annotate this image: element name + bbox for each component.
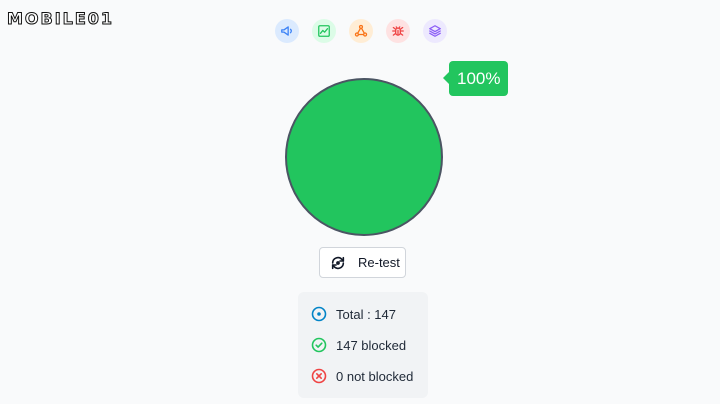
- toolbar: [275, 19, 447, 43]
- watermark-logo: MOBILE01: [6, 5, 115, 31]
- chart-icon[interactable]: [312, 19, 336, 43]
- summary-row-total: Total : 147: [311, 305, 428, 323]
- bug-icon[interactable]: [386, 19, 410, 43]
- target-icon: [311, 306, 327, 322]
- retest-label: Re-test: [358, 255, 400, 270]
- summary-panel: Total : 147 147 blocked 0 not blocked: [298, 292, 428, 398]
- result-circle: [285, 78, 443, 236]
- total-count: Total : 147: [336, 306, 396, 322]
- retest-button[interactable]: Re-test: [319, 247, 406, 278]
- watermark-text: MOBILE01: [6, 8, 115, 28]
- blocked-count: 147 blocked: [336, 337, 407, 353]
- x-circle-icon: [311, 368, 327, 384]
- refresh-icon: [331, 256, 345, 269]
- network-icon[interactable]: [349, 19, 373, 43]
- summary-row-blocked: 147 blocked: [311, 336, 428, 354]
- percent-badge: 100%: [442, 61, 509, 96]
- summary-row-not-blocked: 0 not blocked: [311, 367, 428, 385]
- check-circle-icon: [311, 337, 327, 353]
- not-blocked-count: 0 not blocked: [336, 368, 414, 384]
- megaphone-icon[interactable]: [275, 19, 299, 43]
- layers-icon[interactable]: [423, 19, 447, 43]
